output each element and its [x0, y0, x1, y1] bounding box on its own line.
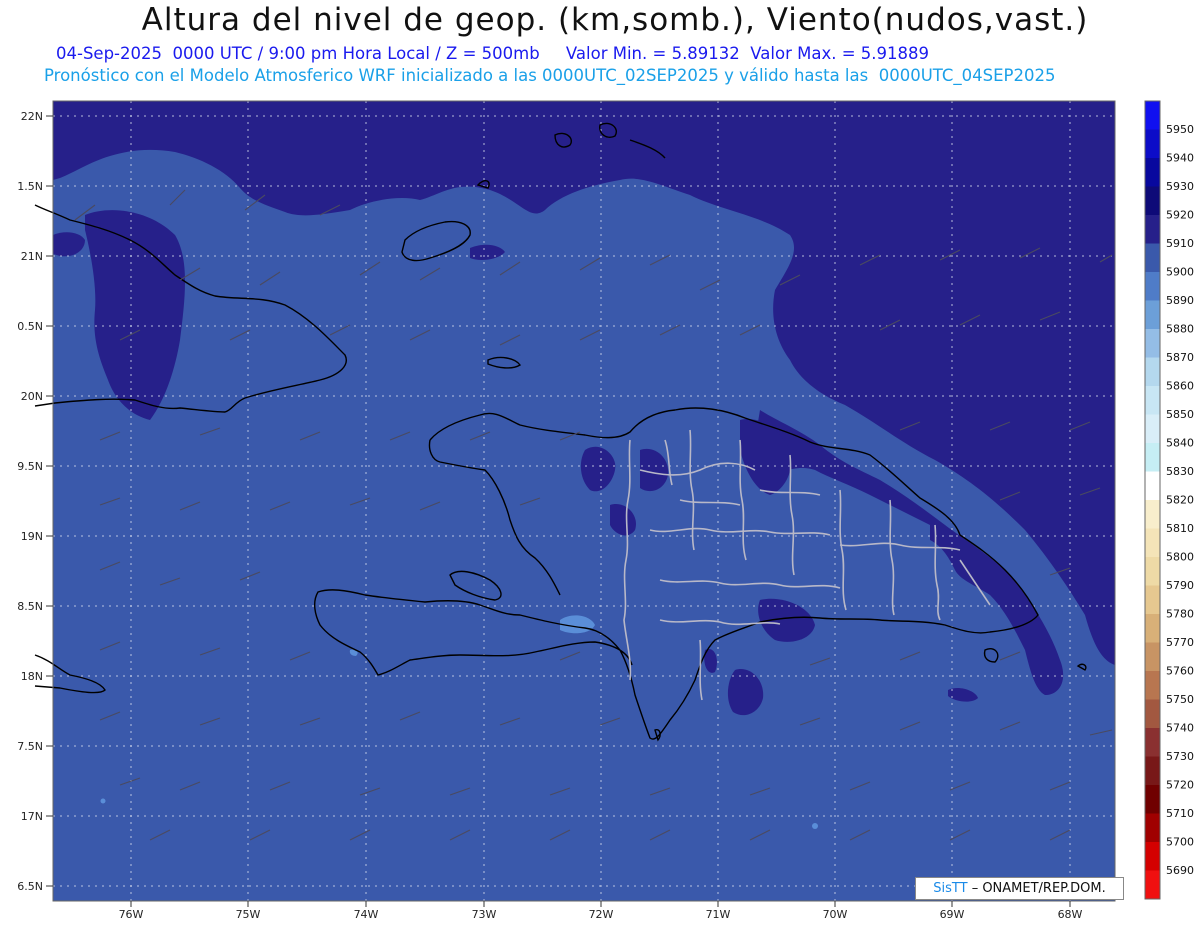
colorbar-label: 5830 — [1166, 465, 1194, 478]
colorbar-label: 5870 — [1166, 351, 1194, 364]
low-patch-4 — [812, 823, 818, 829]
credit-box: SisTT – ONAMET/REP.DOM. — [915, 877, 1124, 900]
colorbar-swatch — [1145, 528, 1160, 557]
lon-label: 74W — [354, 908, 379, 921]
colorbar-label: 5720 — [1166, 779, 1194, 792]
lon-label: 68W — [1058, 908, 1083, 921]
colorbar-label: 5780 — [1166, 608, 1194, 621]
lat-label: 8.5N — [17, 600, 43, 613]
colorbar-swatch — [1145, 186, 1160, 215]
colorbar-label: 5750 — [1166, 693, 1194, 706]
colorbar-label: 5950 — [1166, 123, 1194, 136]
low-patch-3 — [100, 798, 106, 804]
lat-label: 21N — [21, 250, 43, 263]
colorbar-label: 5790 — [1166, 579, 1194, 592]
colorbar-label: 5700 — [1166, 836, 1194, 849]
lon-label: 73W — [472, 908, 497, 921]
colorbar-label: 5770 — [1166, 636, 1194, 649]
colorbar-label: 5910 — [1166, 237, 1194, 250]
colorbar-swatch — [1145, 101, 1160, 130]
colorbar-swatch — [1145, 785, 1160, 814]
colorbar-label: 5890 — [1166, 294, 1194, 307]
lat-label: 19N — [21, 530, 43, 543]
lat-label: 7.5N — [17, 740, 43, 753]
lat-label: 18N — [21, 670, 43, 683]
lat-label: 17N — [21, 810, 43, 823]
colorbar-label: 5930 — [1166, 180, 1194, 193]
lon-label: 76W — [119, 908, 144, 921]
colorbar-swatch — [1145, 813, 1160, 842]
colorbar-swatch — [1145, 699, 1160, 728]
credit-text: – ONAMET/REP.DOM. — [967, 881, 1106, 896]
colorbar-swatch — [1145, 756, 1160, 785]
colorbar-swatch — [1145, 471, 1160, 500]
colorbar-swatch — [1145, 357, 1160, 386]
map-canvas: 22N 1.5N 21N 0.5N 20N 9.5N 19N 8.5N 18N … — [17, 100, 1194, 921]
colorbar-label: 5940 — [1166, 152, 1194, 165]
lon-label: 75W — [236, 908, 261, 921]
colorbar-label: 5760 — [1166, 665, 1194, 678]
lon-label: 70W — [823, 908, 848, 921]
colorbar-label: 5850 — [1166, 408, 1194, 421]
lat-label: 9.5N — [17, 460, 43, 473]
colorbar-label: 5840 — [1166, 437, 1194, 450]
colorbar-swatch — [1145, 329, 1160, 358]
colorbar-swatch — [1145, 414, 1160, 443]
colorbar-label: 5690 — [1166, 864, 1194, 877]
lat-label: 22N — [21, 110, 43, 123]
colorbar-swatch — [1145, 300, 1160, 329]
colorbar-swatch — [1145, 842, 1160, 871]
lon-label: 71W — [706, 908, 731, 921]
longitude-labels: 76W 75W 74W 73W 72W 71W 70W 69W 68W — [119, 908, 1083, 921]
colorbar-swatch — [1145, 272, 1160, 301]
colorbar-label: 5900 — [1166, 266, 1194, 279]
lat-label: 20N — [21, 390, 43, 403]
colorbar-legend: 5950 5940 5930 5920 5910 5900 5890 5880 5870 5860… — [1144, 100, 1194, 900]
colorbar-swatch — [1145, 614, 1160, 643]
colorbar-label: 5880 — [1166, 323, 1194, 336]
colorbar-label: 5920 — [1166, 209, 1194, 222]
colorbar-swatch — [1145, 557, 1160, 586]
colorbar-swatch — [1145, 671, 1160, 700]
colorbar-swatch — [1145, 243, 1160, 272]
colorbar-swatch — [1145, 215, 1160, 244]
colorbar-swatch — [1145, 386, 1160, 415]
colorbar-swatch — [1145, 129, 1160, 158]
lat-label: 0.5N — [17, 320, 43, 333]
sistt-logo: SisTT — [933, 881, 968, 896]
colorbar-swatch — [1145, 642, 1160, 671]
colorbar-swatch — [1145, 443, 1160, 472]
lat-label: 1.5N — [17, 180, 43, 193]
colorbar-label: 5810 — [1166, 522, 1194, 535]
lon-label: 72W — [589, 908, 614, 921]
colorbar-label: 5860 — [1166, 380, 1194, 393]
colorbar-label: 5730 — [1166, 750, 1194, 763]
colorbar-label: 5740 — [1166, 722, 1194, 735]
colorbar-swatch — [1145, 870, 1160, 899]
colorbar-label: 5710 — [1166, 807, 1194, 820]
colorbar-swatch — [1145, 158, 1160, 187]
colorbar-label: 5820 — [1166, 494, 1194, 507]
lon-label: 69W — [940, 908, 965, 921]
latitude-labels: 22N 1.5N 21N 0.5N 20N 9.5N 19N 8.5N 18N … — [17, 110, 43, 893]
colorbar-swatch — [1145, 728, 1160, 757]
lat-label: 6.5N — [17, 880, 43, 893]
colorbar-swatch — [1145, 500, 1160, 529]
colorbar-swatch — [1145, 585, 1160, 614]
colorbar-label: 5800 — [1166, 551, 1194, 564]
